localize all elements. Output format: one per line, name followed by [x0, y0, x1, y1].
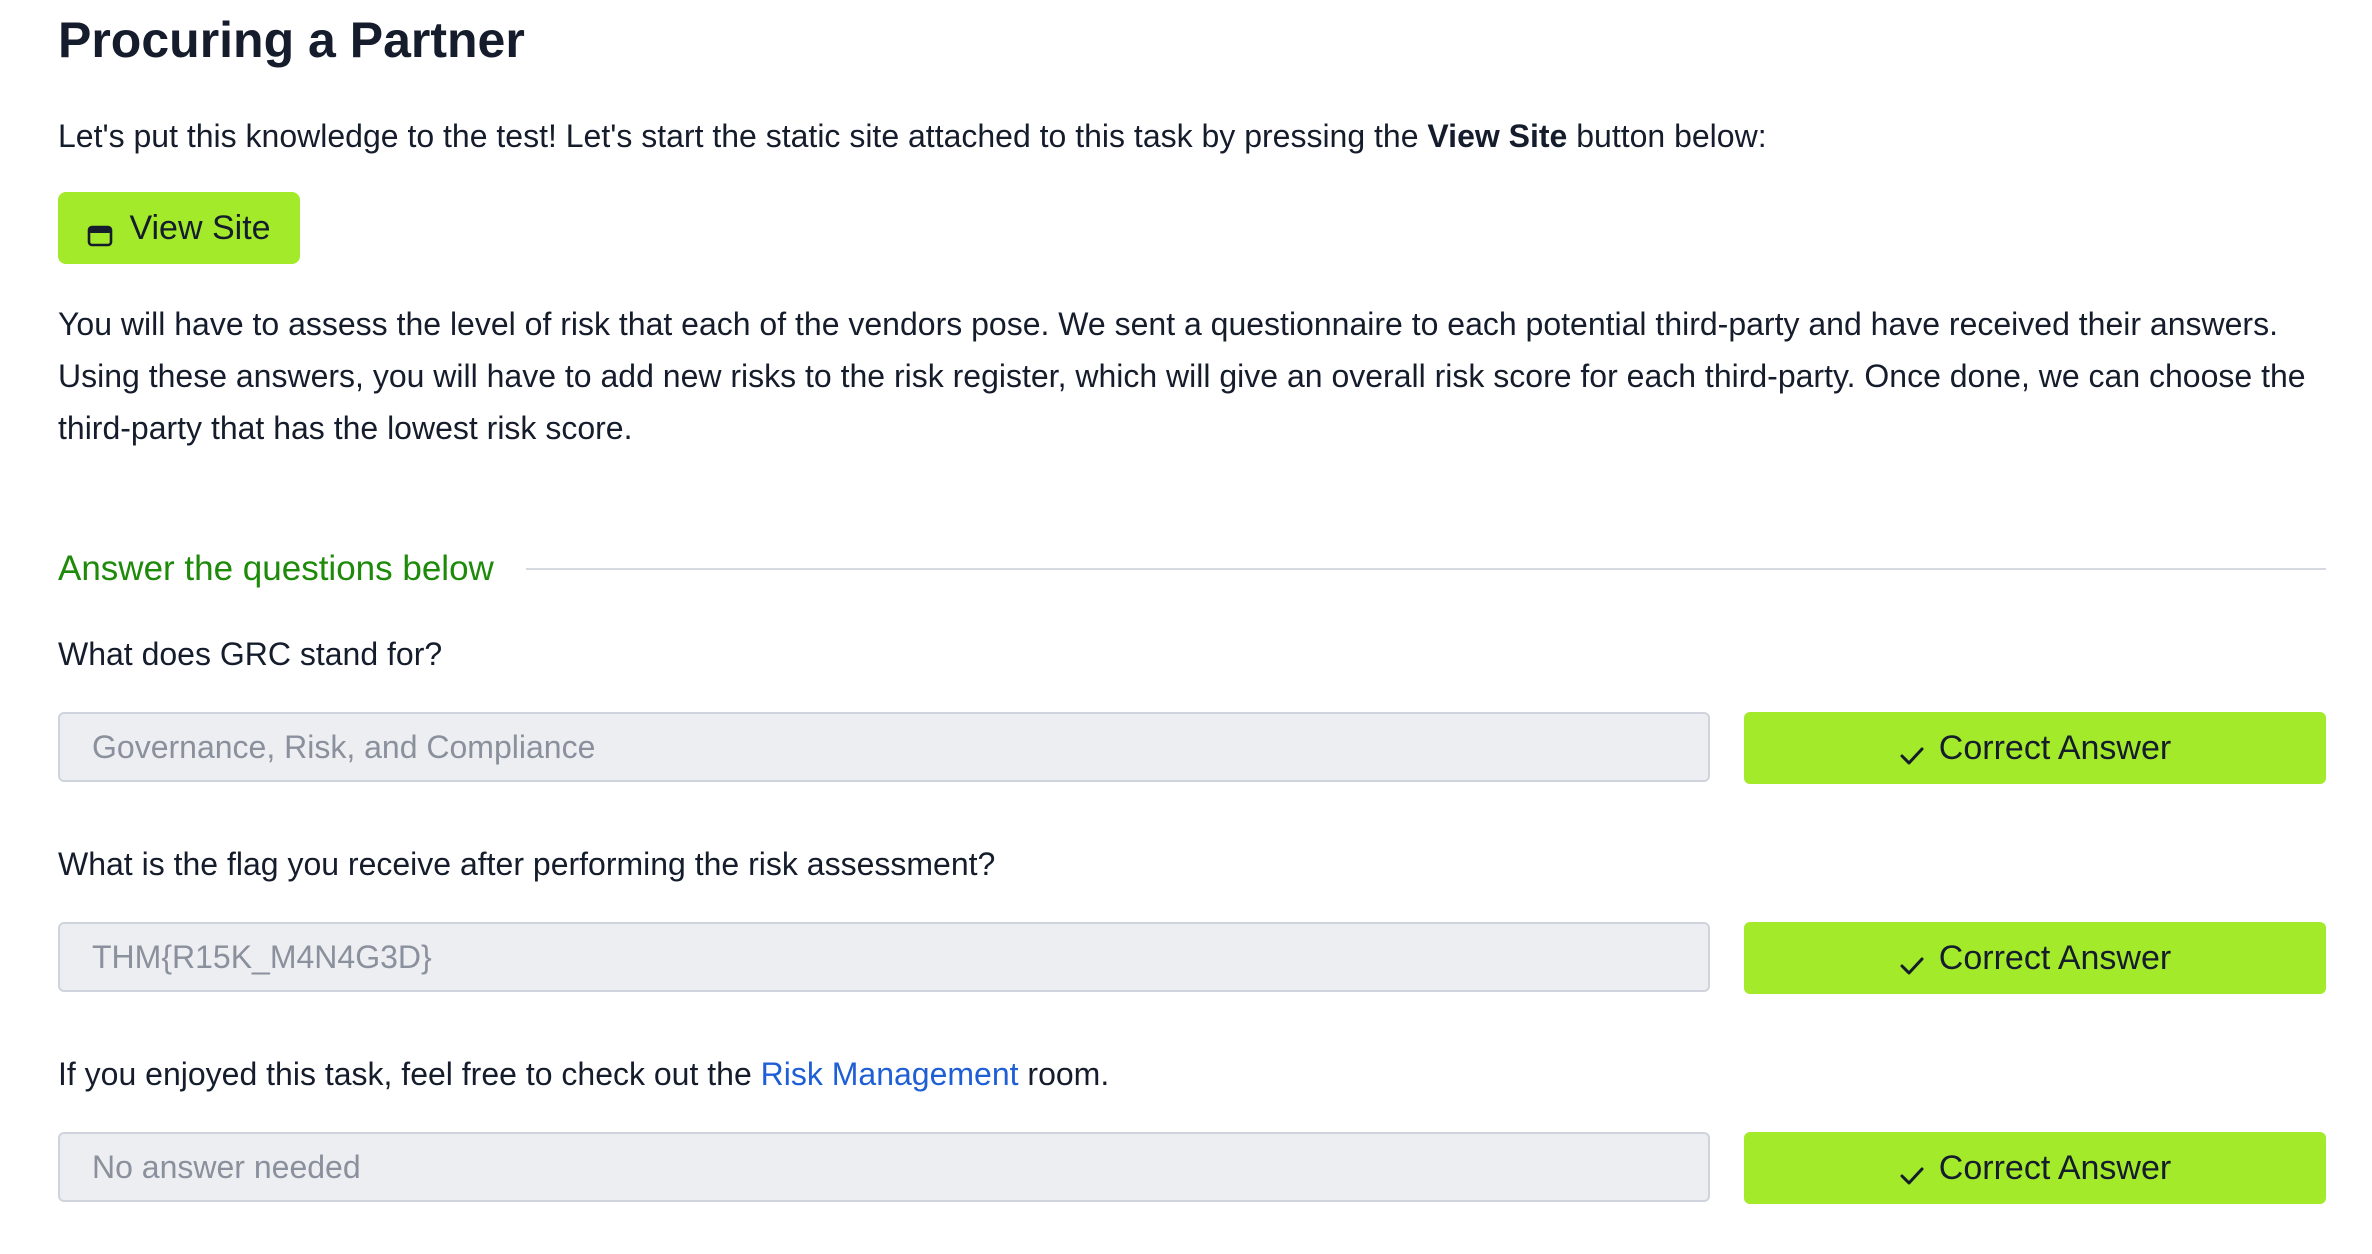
answer-header-text: Answer the questions below [58, 549, 494, 588]
intro-text-after: button below: [1567, 118, 1767, 154]
task-description: You will have to assess the level of ris… [58, 306, 2306, 446]
browser-window-icon [87, 217, 113, 247]
view-site-button[interactable]: View Site [58, 192, 300, 264]
correct-answer-button[interactable]: Correct Answer [1744, 1132, 2326, 1204]
checkmark-icon [1899, 947, 1925, 975]
question-text: What does GRC stand for? [58, 636, 443, 672]
checkmark-icon [1899, 1157, 1925, 1185]
task-intro: Let's put this knowledge to the test! Le… [58, 112, 1767, 160]
correct-answer-label: Correct Answer [1938, 1148, 2172, 1187]
intro-text-bold: View Site [1427, 118, 1568, 154]
answer-field[interactable] [58, 1132, 1710, 1202]
answer-field[interactable] [58, 712, 1710, 782]
question-text-before: If you enjoyed this task, feel free to c… [58, 1056, 761, 1092]
task-title: Procuring a Partner [58, 12, 525, 68]
intro-text-before: Let's put this knowledge to the test! Le… [58, 118, 1428, 154]
correct-answer-button[interactable]: Correct Answer [1744, 922, 2326, 994]
question-text: If you enjoyed this task, feel free to c… [58, 1050, 1109, 1098]
view-site-label: View Site [129, 208, 271, 247]
answer-header-divider [525, 568, 2326, 570]
correct-answer-button[interactable]: Correct Answer [1744, 712, 2326, 784]
correct-answer-label: Correct Answer [1938, 938, 2172, 977]
correct-answer-label: Correct Answer [1938, 728, 2172, 767]
checkmark-icon [1899, 737, 1925, 765]
risk-management-link[interactable]: Risk Management [761, 1056, 1019, 1092]
answer-field[interactable] [58, 922, 1710, 992]
answer-section-header: Answer the questions below [58, 544, 2326, 594]
question-text-after: room. [1018, 1056, 1110, 1092]
question-text: What is the flag you receive after perfo… [58, 846, 996, 882]
